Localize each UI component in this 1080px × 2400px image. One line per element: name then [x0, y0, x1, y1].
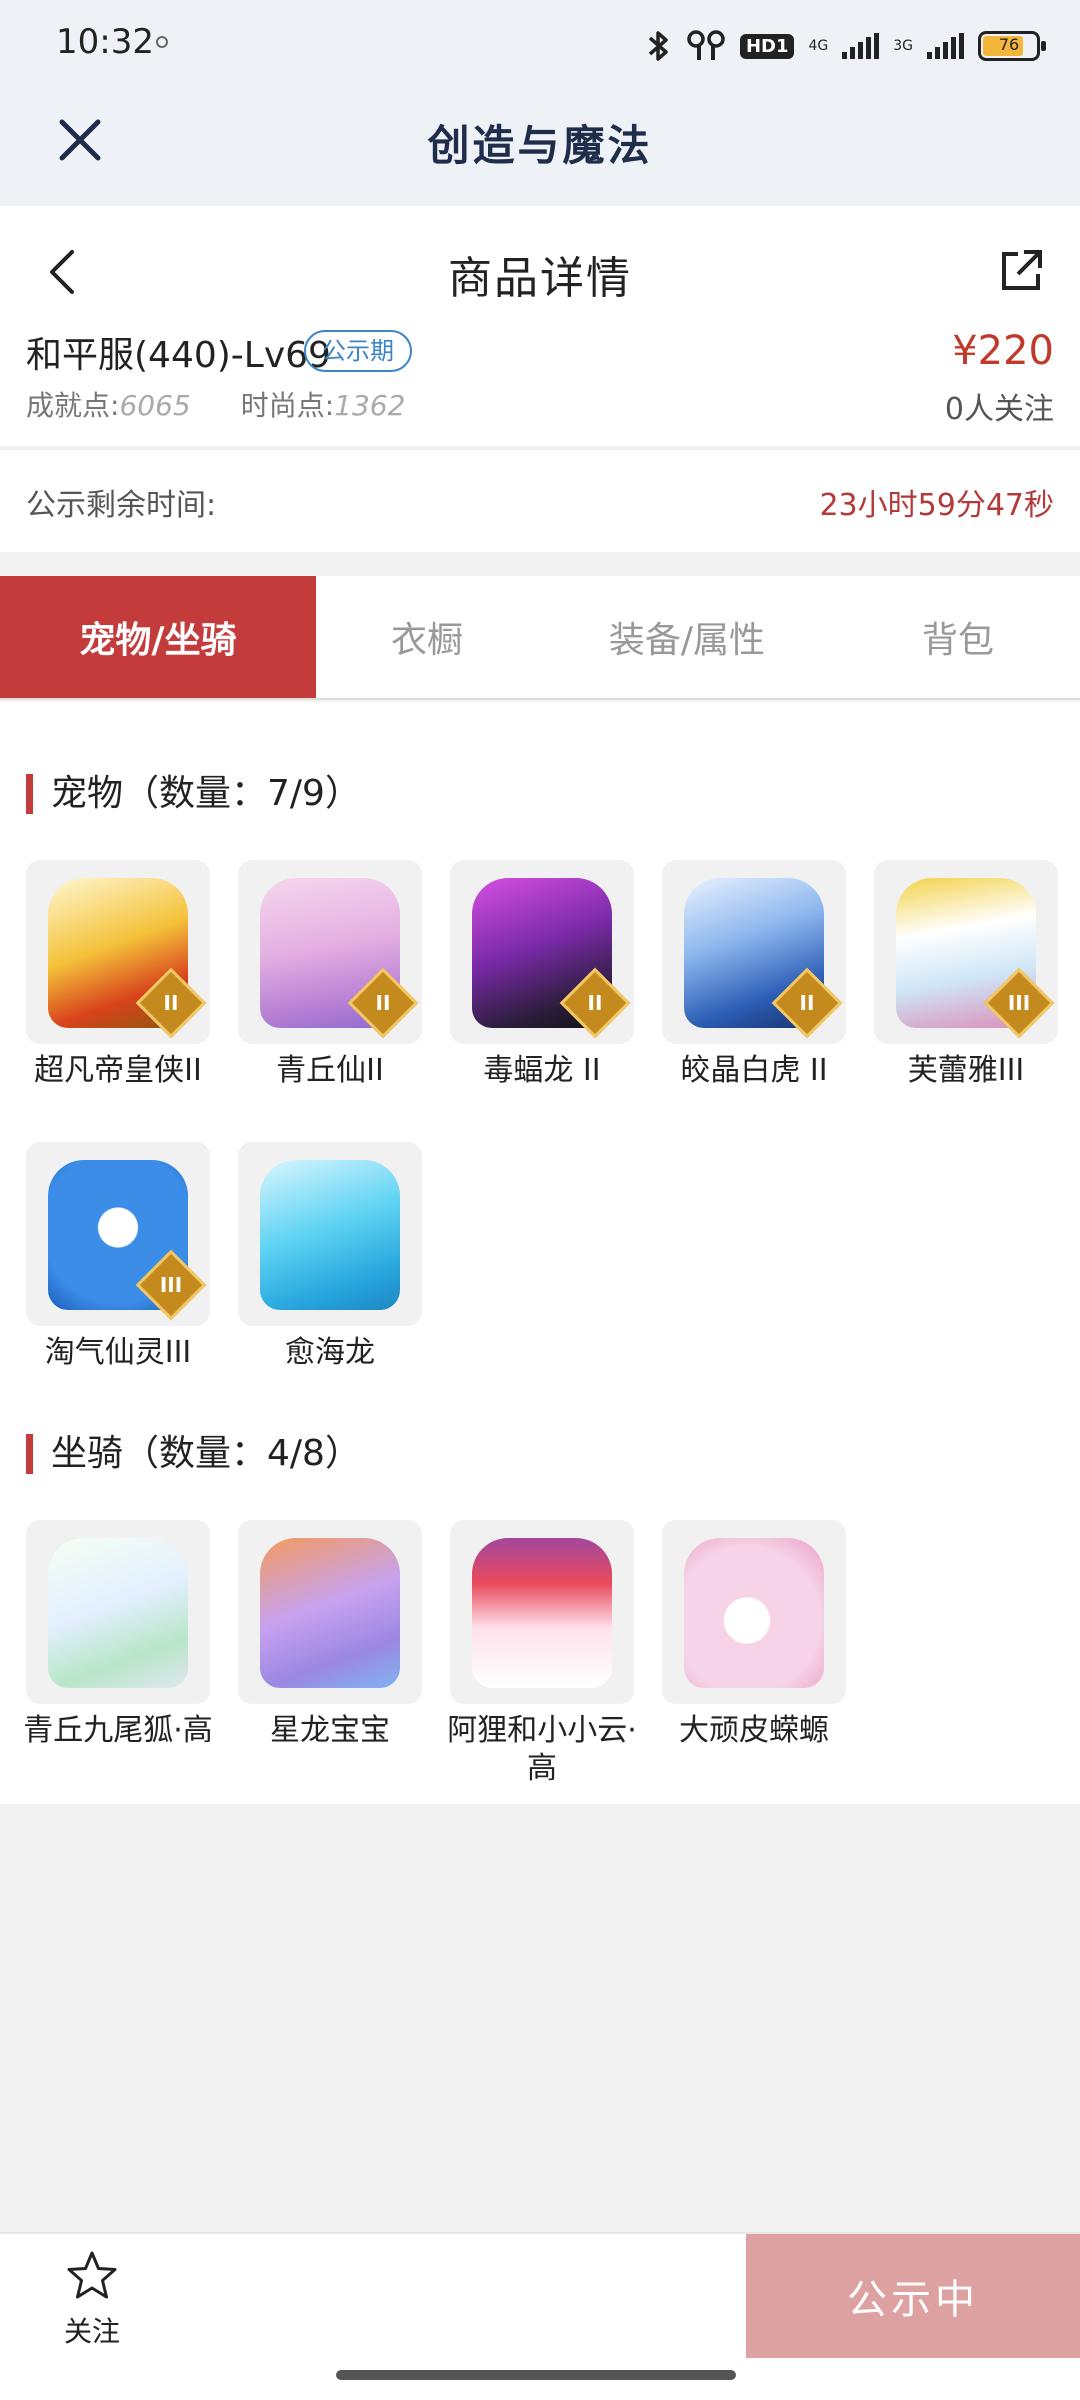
- status-bar: 10:32 HD1 4G 3G 76: [0, 0, 1080, 90]
- mount-card[interactable]: 星龙宝宝: [224, 1520, 436, 1750]
- mount-name: 大顽皮蝾螈: [679, 1713, 829, 1748]
- pet-image: II: [450, 860, 634, 1044]
- pet-image: III: [874, 860, 1058, 1044]
- earbuds-icon: [687, 30, 725, 60]
- pet-name: 淘气仙灵III: [44, 1335, 192, 1370]
- achievement-label: 成就点:: [26, 389, 120, 422]
- mount-image: [450, 1520, 634, 1704]
- mount-name: 星龙宝宝: [270, 1713, 390, 1748]
- pet-name: 芙蕾雅III: [907, 1053, 1025, 1088]
- publicizing-button[interactable]: 公示中: [746, 2234, 1080, 2358]
- mount-image: [662, 1520, 846, 1704]
- item-name: 和平服(440)-Lv69: [26, 335, 331, 376]
- pet-name: 愈海龙: [285, 1335, 375, 1370]
- pets-section-title: 宠物（数量：7/9）: [26, 774, 361, 814]
- remaining-time-label: 公示剩余时间:: [26, 488, 217, 523]
- pet-card[interactable]: II 青丘仙II: [224, 860, 436, 1090]
- mount-image: [26, 1520, 210, 1704]
- mount-image: [238, 1520, 422, 1704]
- mount-card[interactable]: 大顽皮蝾螈: [648, 1520, 860, 1750]
- pet-image: II: [26, 860, 210, 1044]
- star-icon: [67, 2251, 117, 2299]
- signal-3g-icon: [927, 33, 964, 59]
- network-4g-label: 4G: [808, 38, 829, 54]
- tab-wardrobe[interactable]: 衣橱: [316, 576, 538, 698]
- signal-4g-icon: [842, 33, 880, 59]
- network-3g-label: 3G: [893, 38, 913, 54]
- pet-image: [238, 1142, 422, 1326]
- follow-label: 关注: [63, 2315, 120, 2348]
- battery-level: 76: [998, 35, 1020, 54]
- tab-equipment[interactable]: 装备/属性: [538, 576, 836, 698]
- status-time: 10:32: [56, 22, 154, 62]
- tab-pets-mounts[interactable]: 宠物/坐骑: [0, 576, 316, 698]
- fashion-value: 1362: [334, 389, 406, 422]
- page-title: 商品详情: [448, 253, 632, 304]
- mount-card[interactable]: 青丘九尾狐·高: [12, 1520, 224, 1750]
- app-title: 创造与魔法: [427, 121, 653, 170]
- item-detail-header: 商品详情 和平服(440)-Lv69 公示期 ¥220 成就点:6065 时尚点:…: [0, 206, 1080, 446]
- hd-badge: HD1: [739, 33, 795, 59]
- achievement-value: 6065: [119, 389, 191, 422]
- pet-card[interactable]: 愈海龙: [224, 1142, 436, 1372]
- pet-card[interactable]: II 毒蝠龙 II: [436, 860, 648, 1090]
- pet-card[interactable]: II 皎晶白虎 II: [648, 860, 860, 1090]
- pet-name: 毒蝠龙 II: [483, 1053, 601, 1088]
- home-indicator[interactable]: [336, 2370, 736, 2380]
- fashion-label: 时尚点:: [240, 389, 335, 422]
- item-stats: 成就点:6065 时尚点:1362: [26, 384, 405, 424]
- pet-card[interactable]: III 淘气仙灵III: [12, 1142, 224, 1372]
- pet-card[interactable]: II 超凡帝皇侠II: [12, 860, 224, 1090]
- bluetooth-icon: [648, 31, 668, 61]
- mount-name: 阿狸和小小云·高: [447, 1713, 637, 1786]
- pet-name: 超凡帝皇侠II: [34, 1053, 202, 1088]
- pet-card[interactable]: III 芙蕾雅III: [860, 860, 1072, 1090]
- pet-name: 皎晶白虎 II: [680, 1053, 828, 1088]
- category-tabs: 宠物/坐骑 衣橱 装备/属性 背包: [0, 576, 1080, 700]
- app-bar: 创造与魔法: [0, 90, 1080, 206]
- follower-count: 0人关注: [944, 392, 1054, 427]
- share-icon[interactable]: [996, 246, 1046, 296]
- pet-image: II: [662, 860, 846, 1044]
- follow-button[interactable]: 关注: [50, 2248, 134, 2358]
- pet-image: III: [26, 1142, 210, 1326]
- tab-backpack[interactable]: 背包: [836, 576, 1080, 698]
- status-badge: 公示期: [304, 330, 412, 372]
- status-icons: HD1 4G 3G 76: [646, 24, 1046, 68]
- pet-name: 青丘仙II: [276, 1053, 384, 1088]
- notification-dot-icon: [156, 36, 168, 48]
- remaining-time-value: 23小时59分47秒: [819, 488, 1054, 523]
- mount-card[interactable]: 阿狸和小小云·高: [436, 1520, 648, 1788]
- pet-image: II: [238, 860, 422, 1044]
- battery-icon: 76: [978, 31, 1046, 61]
- pets-mounts-panel: 宠物（数量：7/9） II 超凡帝皇侠II II 青丘仙II II 毒蝠龙 II…: [0, 702, 1080, 1804]
- mount-name: 青丘九尾狐·高: [23, 1713, 213, 1748]
- mounts-section-title: 坐骑（数量：4/8）: [26, 1434, 361, 1474]
- item-price: ¥220: [952, 328, 1054, 374]
- remaining-time-row: 公示剩余时间: 23小时59分47秒: [0, 448, 1080, 552]
